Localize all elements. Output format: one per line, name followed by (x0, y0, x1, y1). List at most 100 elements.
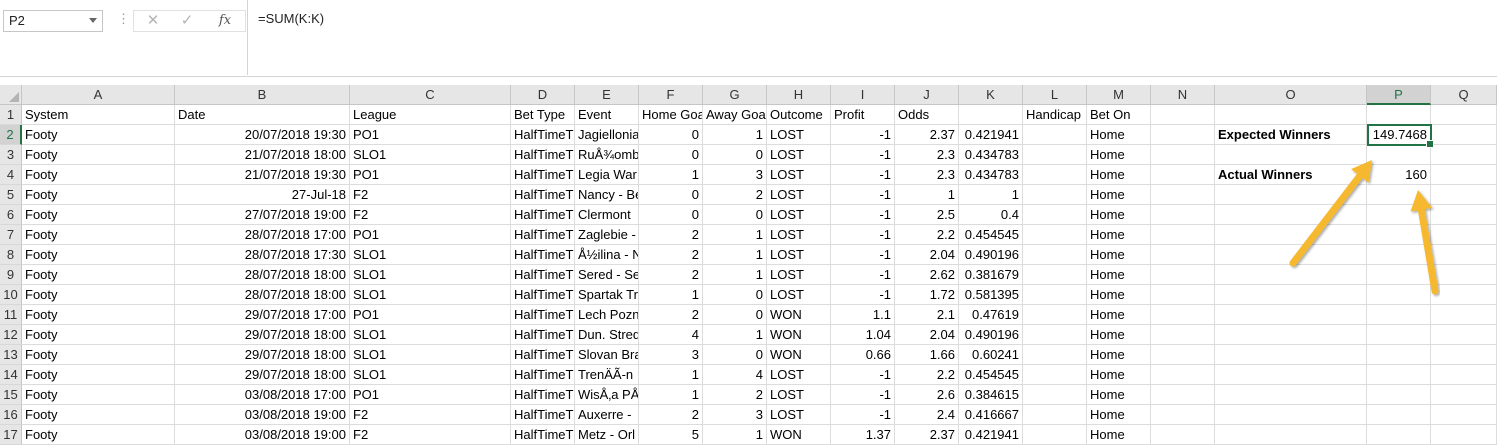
cell[interactable] (1431, 265, 1497, 285)
cell[interactable]: 2.4 (895, 405, 959, 425)
cell[interactable]: Home (1087, 245, 1151, 265)
cell[interactable]: 0 (639, 145, 703, 165)
actual-winners-value[interactable]: 160 (1367, 165, 1431, 185)
actual-winners-label[interactable]: Actual Winners (1215, 165, 1367, 185)
cell[interactable]: -1 (831, 385, 895, 405)
cell[interactable]: Jagiellonia (575, 125, 639, 145)
cell[interactable]: Footy (22, 325, 175, 345)
cell[interactable]: HalfTimeT (511, 265, 575, 285)
cell[interactable]: 2 (703, 385, 767, 405)
cell[interactable] (1431, 345, 1497, 365)
cell[interactable]: 3 (639, 345, 703, 365)
cell[interactable]: PO1 (350, 225, 511, 245)
row-header[interactable]: 17 (0, 425, 22, 445)
row-header[interactable]: 10 (0, 285, 22, 305)
cell[interactable] (1151, 145, 1215, 165)
cell[interactable]: 2 (639, 245, 703, 265)
cell[interactable] (1215, 345, 1367, 365)
cell[interactable]: 0 (703, 305, 767, 325)
cell[interactable]: Footy (22, 165, 175, 185)
cell[interactable]: 0.60241 (959, 345, 1023, 365)
cell[interactable] (1367, 225, 1431, 245)
cell[interactable]: 03/08/2018 17:00 (175, 385, 350, 405)
cell[interactable] (1431, 105, 1497, 125)
cell[interactable]: 0.454545 (959, 365, 1023, 385)
header-cell[interactable]: Bet Type (511, 105, 575, 125)
cell[interactable]: Home (1087, 345, 1151, 365)
cell[interactable]: HalfTimeT (511, 125, 575, 145)
column-header-n[interactable]: N (1151, 85, 1215, 105)
cell[interactable] (1431, 285, 1497, 305)
cell[interactable]: 0 (703, 205, 767, 225)
cell[interactable]: -1 (831, 165, 895, 185)
cell[interactable] (1367, 205, 1431, 225)
select-all-button[interactable] (0, 85, 22, 105)
cell[interactable]: PO1 (350, 165, 511, 185)
cell[interactable]: HalfTimeT (511, 165, 575, 185)
cell[interactable]: 0.384615 (959, 385, 1023, 405)
cell[interactable]: F2 (350, 425, 511, 445)
cell[interactable]: HalfTimeT (511, 245, 575, 265)
enter-icon[interactable]: ✓ (174, 11, 200, 31)
cell[interactable]: LOST (767, 285, 831, 305)
cell[interactable]: Å½ilina - N (575, 245, 639, 265)
cell[interactable]: 0.490196 (959, 325, 1023, 345)
cell[interactable] (1367, 265, 1431, 285)
cell[interactable] (1151, 365, 1215, 385)
cell[interactable] (1023, 225, 1087, 245)
cell[interactable]: Lech Pozn (575, 305, 639, 325)
row-header[interactable]: 9 (0, 265, 22, 285)
expected-winners-label[interactable]: Expected Winners (1215, 125, 1367, 145)
cell[interactable]: 2.3 (895, 165, 959, 185)
cell[interactable]: HalfTimeT (511, 145, 575, 165)
cell[interactable]: -1 (831, 225, 895, 245)
cell[interactable] (1367, 345, 1431, 365)
cell[interactable] (1151, 105, 1215, 125)
cell[interactable]: 3 (703, 165, 767, 185)
cell[interactable]: -1 (831, 145, 895, 165)
cell[interactable]: 29/07/2018 17:00 (175, 305, 350, 325)
cell[interactable]: LOST (767, 225, 831, 245)
cell[interactable] (1023, 145, 1087, 165)
cell[interactable] (1023, 425, 1087, 445)
header-cell[interactable]: Date (175, 105, 350, 125)
cell[interactable] (1151, 285, 1215, 305)
cell[interactable]: Home (1087, 205, 1151, 225)
cell[interactable]: 1 (639, 165, 703, 185)
cell[interactable]: 3 (703, 405, 767, 425)
row-header[interactable]: 4 (0, 165, 22, 185)
row-header[interactable]: 14 (0, 365, 22, 385)
cell[interactable] (1367, 105, 1431, 125)
cell[interactable]: Home (1087, 425, 1151, 445)
cell[interactable]: 0.454545 (959, 225, 1023, 245)
cell[interactable] (1151, 245, 1215, 265)
cell[interactable]: Footy (22, 425, 175, 445)
cell[interactable]: 0.4 (959, 205, 1023, 225)
cell[interactable]: 1.04 (831, 325, 895, 345)
formula-input[interactable]: =SUM(K:K) (247, 0, 1497, 75)
cell[interactable]: SLO1 (350, 365, 511, 385)
cell[interactable]: LOST (767, 265, 831, 285)
cell[interactable]: Home (1087, 265, 1151, 285)
cell[interactable] (1023, 385, 1087, 405)
cell[interactable]: Footy (22, 125, 175, 145)
cell[interactable] (1367, 385, 1431, 405)
cell[interactable]: TrenÄÃ-n (575, 365, 639, 385)
cell[interactable]: 1 (895, 185, 959, 205)
row-header[interactable]: 6 (0, 205, 22, 225)
cell[interactable]: 21/07/2018 18:00 (175, 145, 350, 165)
cell[interactable]: 2 (639, 225, 703, 245)
cell[interactable]: 0 (639, 205, 703, 225)
cell[interactable]: Footy (22, 405, 175, 425)
column-header-j[interactable]: J (895, 85, 959, 105)
cell[interactable]: Footy (22, 145, 175, 165)
column-header-q[interactable]: Q (1431, 85, 1497, 105)
cell[interactable]: 20/07/2018 19:30 (175, 125, 350, 145)
cell[interactable] (1367, 425, 1431, 445)
cell[interactable] (1023, 245, 1087, 265)
cell[interactable] (1215, 325, 1367, 345)
cell[interactable]: 1 (639, 365, 703, 385)
row-header[interactable]: 2 (0, 125, 22, 145)
cell[interactable]: 0.421941 (959, 425, 1023, 445)
cell[interactable]: SLO1 (350, 325, 511, 345)
